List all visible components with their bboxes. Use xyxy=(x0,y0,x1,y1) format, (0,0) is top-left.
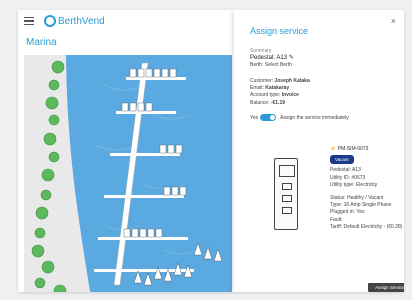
brand-name: BerthVend xyxy=(58,15,105,27)
logo-icon xyxy=(44,15,56,27)
toggle-label: Yes xyxy=(250,114,259,121)
email-line: Email: Katakaray xyxy=(250,85,290,92)
fault-line: Fault: xyxy=(330,216,343,223)
status-badge: Vacant xyxy=(330,155,354,165)
customer-line: Customer: Joseph Kataka xyxy=(250,78,310,84)
device-id: ⚡ PM-SIM-0073 xyxy=(330,146,369,152)
menu-icon[interactable] xyxy=(24,16,34,26)
balance-line: Balance: -€1.19 xyxy=(250,99,286,106)
type-line: Type: 16 Amp Single Phase xyxy=(330,202,392,209)
plug-icon: ⚡ xyxy=(330,146,337,152)
close-icon[interactable]: × xyxy=(391,16,396,26)
marina-map[interactable] xyxy=(24,55,232,292)
app-window: BerthVend Marina × Assign service Summar… xyxy=(18,10,404,292)
assign-immediately-toggle[interactable]: Yes Assign the service immediately xyxy=(250,114,349,121)
pedestal-summary: Pedestal: A13 ✎ xyxy=(250,55,294,62)
plugged-line: Plugged in: Yes xyxy=(330,209,365,216)
page-title: Marina xyxy=(26,37,57,48)
assign-service-button[interactable]: Assign Service xyxy=(368,283,404,292)
utility-id-line: Utility ID: #0673 xyxy=(330,174,366,181)
account-type-line: Account type: Invoice xyxy=(250,92,299,99)
panel-title: Assign service xyxy=(250,26,309,36)
toggle-text: Assign the service immediately xyxy=(280,114,349,121)
assign-service-panel: × Assign service Summary Pedestal: A13 ✎… xyxy=(234,10,404,292)
berth-summary: Berth: Select Berth xyxy=(250,62,292,69)
utility-type-line: Utility type: Electricity xyxy=(330,181,378,188)
tariff-line: Tariff: Default Electricity - (€0.28) xyxy=(330,223,403,230)
status-line: Status: Healthy / Vacant xyxy=(330,195,384,202)
pedestal-illustration xyxy=(274,158,298,230)
toggle-switch[interactable] xyxy=(260,114,277,121)
brand-logo: BerthVend xyxy=(44,15,105,27)
edit-icon[interactable]: ✎ xyxy=(289,55,294,61)
pedestal-line: Pedestal: A13 xyxy=(330,167,361,174)
top-bar: BerthVend xyxy=(18,10,228,32)
